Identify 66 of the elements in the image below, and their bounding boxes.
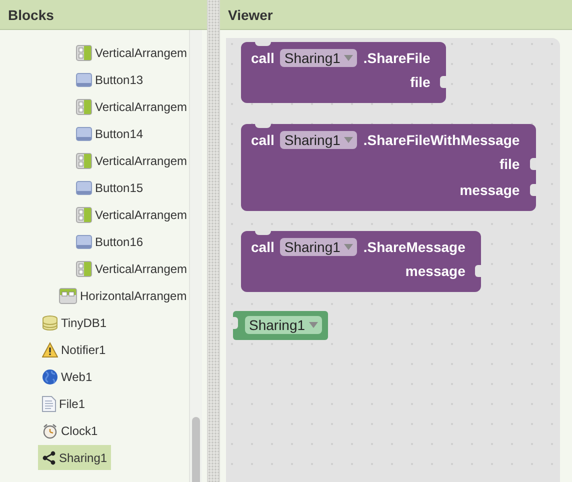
tree-item[interactable]: Web1 — [38, 364, 96, 389]
alarm-clock-icon — [42, 422, 58, 438]
vertical-layout-icon — [76, 260, 92, 276]
tree-item[interactable]: VerticalArrangem — [72, 256, 189, 281]
method-name: .ShareFile — [363, 50, 430, 66]
method-call-block[interactable]: call Sharing1 .ShareMessage message — [241, 231, 482, 292]
warning-icon — [42, 342, 58, 358]
caret-icon — [344, 244, 354, 250]
caret-icon — [344, 137, 354, 143]
panel-title: Blocks — [0, 0, 207, 30]
input-socket[interactable] — [530, 184, 536, 196]
component-dropdown[interactable]: Sharing1 — [245, 316, 322, 334]
call-keyword: call — [251, 132, 274, 148]
tree-item[interactable]: File1 — [38, 391, 90, 416]
method-name: .ShareMessage — [363, 239, 466, 255]
tree-item[interactable]: Button13 — [72, 67, 148, 92]
tree-item[interactable]: VerticalArrangem — [72, 40, 189, 65]
tree-item[interactable]: Button15 — [72, 175, 148, 200]
input-socket[interactable] — [475, 265, 482, 277]
method-call-block[interactable]: call Sharing1 .ShareFileWithMessage file message — [241, 124, 536, 211]
scrollbar[interactable] — [189, 30, 202, 482]
block-workspace[interactable]: call Sharing1 .ShareFile file call Sharing1 .ShareFileWithMessage file message call Sharing1 .ShareMessage message Sharing1 — [226, 38, 560, 482]
share-icon — [42, 450, 56, 464]
connector-notch — [233, 317, 238, 329]
tree-item[interactable]: Button16 — [72, 229, 148, 254]
button-icon — [76, 72, 92, 88]
parameter-label: message — [460, 182, 520, 198]
connector-notch — [255, 231, 271, 235]
input-socket[interactable] — [440, 76, 446, 88]
button-icon — [76, 180, 92, 196]
parameter-label: message — [405, 263, 466, 279]
caret-icon — [344, 55, 354, 61]
component-dropdown[interactable]: Sharing1 — [280, 49, 358, 67]
component-dropdown[interactable]: Sharing1 — [280, 131, 358, 149]
horizontal-layout-icon — [59, 288, 77, 304]
connector-notch — [255, 124, 271, 128]
vertical-layout-icon — [76, 152, 92, 168]
panel-title: Viewer — [220, 0, 572, 30]
parameter-label: file — [410, 74, 430, 90]
button-icon — [76, 126, 92, 142]
vertical-layout-icon — [76, 44, 92, 60]
call-keyword: call — [251, 50, 274, 66]
method-name: .ShareFileWithMessage — [363, 132, 520, 148]
tree-item[interactable]: VerticalArrangem — [72, 94, 189, 119]
globe-icon — [42, 368, 58, 384]
caret-icon — [309, 322, 318, 328]
tree-item[interactable]: VerticalArrangem — [72, 202, 189, 227]
tree-item[interactable]: Sharing1 — [38, 445, 112, 470]
tree-item[interactable]: Clock1 — [38, 418, 102, 443]
button-icon — [76, 234, 92, 250]
component-block[interactable]: Sharing1 — [233, 311, 328, 340]
tree-item[interactable]: Notifier1 — [38, 337, 110, 362]
method-call-block[interactable]: call Sharing1 .ShareFile file — [241, 42, 446, 103]
vertical-layout-icon — [76, 98, 92, 114]
tree-item[interactable]: Button14 — [72, 121, 148, 146]
database-icon — [42, 314, 58, 330]
document-icon — [42, 396, 56, 412]
parameter-label: file — [499, 156, 520, 172]
vertical-layout-icon — [76, 206, 92, 222]
tree-item[interactable]: HorizontalArrangem — [55, 283, 189, 308]
tree-item[interactable]: TinyDB1 — [38, 310, 111, 335]
connector-notch — [255, 42, 271, 46]
input-socket[interactable] — [530, 158, 536, 170]
call-keyword: call — [251, 239, 274, 255]
tree-item[interactable]: VerticalArrangem — [72, 148, 189, 173]
component-dropdown[interactable]: Sharing1 — [280, 238, 358, 256]
